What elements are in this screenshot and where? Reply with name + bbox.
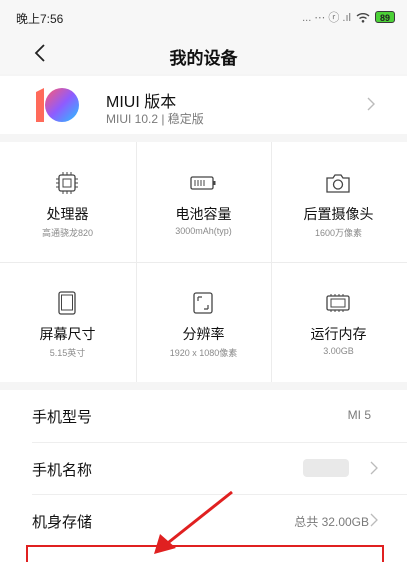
spec-grid: 处理器 高通骁龙820 电池容量 3000mAh(typ) 后置摄像头 1600…	[0, 142, 407, 382]
spec-value: 1920 x 1080像素	[169, 348, 238, 358]
signal-icons: ... ⋯ ⓡ .ıl	[302, 12, 351, 24]
spec-processor[interactable]: 处理器 高通骁龙820	[0, 142, 135, 262]
battery-icon: 89	[374, 11, 395, 23]
spec-label: 后置摄像头	[303, 206, 374, 222]
chevron-right-icon	[367, 97, 375, 111]
spec-value: 3000mAh(typ)	[175, 226, 232, 236]
spec-label: 分辨率	[182, 326, 225, 342]
spec-screen-size[interactable]: 屏幕尺寸 5.15英寸	[0, 262, 135, 382]
row-key: 手机名称	[32, 462, 93, 479]
spec-camera[interactable]: 后置摄像头 1600万像素	[271, 142, 406, 262]
row-phone-model: 手机型号 MI 5	[0, 390, 407, 442]
phone-screen-icon	[58, 291, 76, 315]
version-label: MIUI 版本	[106, 94, 177, 111]
miui-logo-icon	[36, 88, 79, 122]
memory-icon	[326, 294, 350, 312]
row-key: 机身存储	[32, 514, 93, 531]
spec-resolution[interactable]: 分辨率 1920 x 1080像素	[136, 262, 271, 382]
battery-icon	[190, 176, 216, 190]
status-bar: 晚上7:56 ... ⋯ ⓡ .ıl 89	[0, 0, 407, 34]
spec-battery[interactable]: 电池容量 3000mAh(typ)	[136, 142, 271, 262]
spec-value: 3.00GB	[323, 346, 354, 356]
red-arrow-icon	[154, 490, 233, 554]
row-key: 手机型号	[32, 409, 93, 426]
blurred-name-value	[303, 459, 349, 477]
status-icons: ... ⋯ ⓡ .ıl 89	[302, 9, 395, 25]
spec-value: 1600万像素	[314, 228, 363, 238]
row-value: 总共 32.00GB	[294, 515, 369, 529]
chevron-right-icon	[370, 461, 378, 475]
spec-label: 处理器	[46, 206, 89, 222]
spec-label: 运行内存	[310, 326, 367, 342]
spec-label: 屏幕尺寸	[39, 326, 96, 342]
resolution-icon	[193, 292, 213, 314]
chip-icon	[56, 172, 78, 194]
version-detail: MIUI 10.2 | 稳定版	[106, 112, 204, 126]
chevron-right-icon	[370, 513, 378, 527]
spec-value: 高通骁龙820	[41, 228, 94, 238]
nav-bar: 我的设备	[0, 34, 407, 74]
status-time: 晚上7:56	[16, 12, 64, 26]
spec-value: 5.15英寸	[49, 348, 86, 358]
spec-memory[interactable]: 运行内存 3.00GB	[271, 262, 406, 382]
row-value: MI 5	[347, 408, 371, 422]
miui-version-row[interactable]: MIUI 版本 MIUI 10.2 | 稳定版	[0, 76, 407, 134]
spec-label: 电池容量	[175, 206, 232, 222]
camera-icon	[326, 174, 350, 193]
page-title: 我的设备	[169, 49, 238, 68]
wifi-icon	[356, 12, 370, 23]
